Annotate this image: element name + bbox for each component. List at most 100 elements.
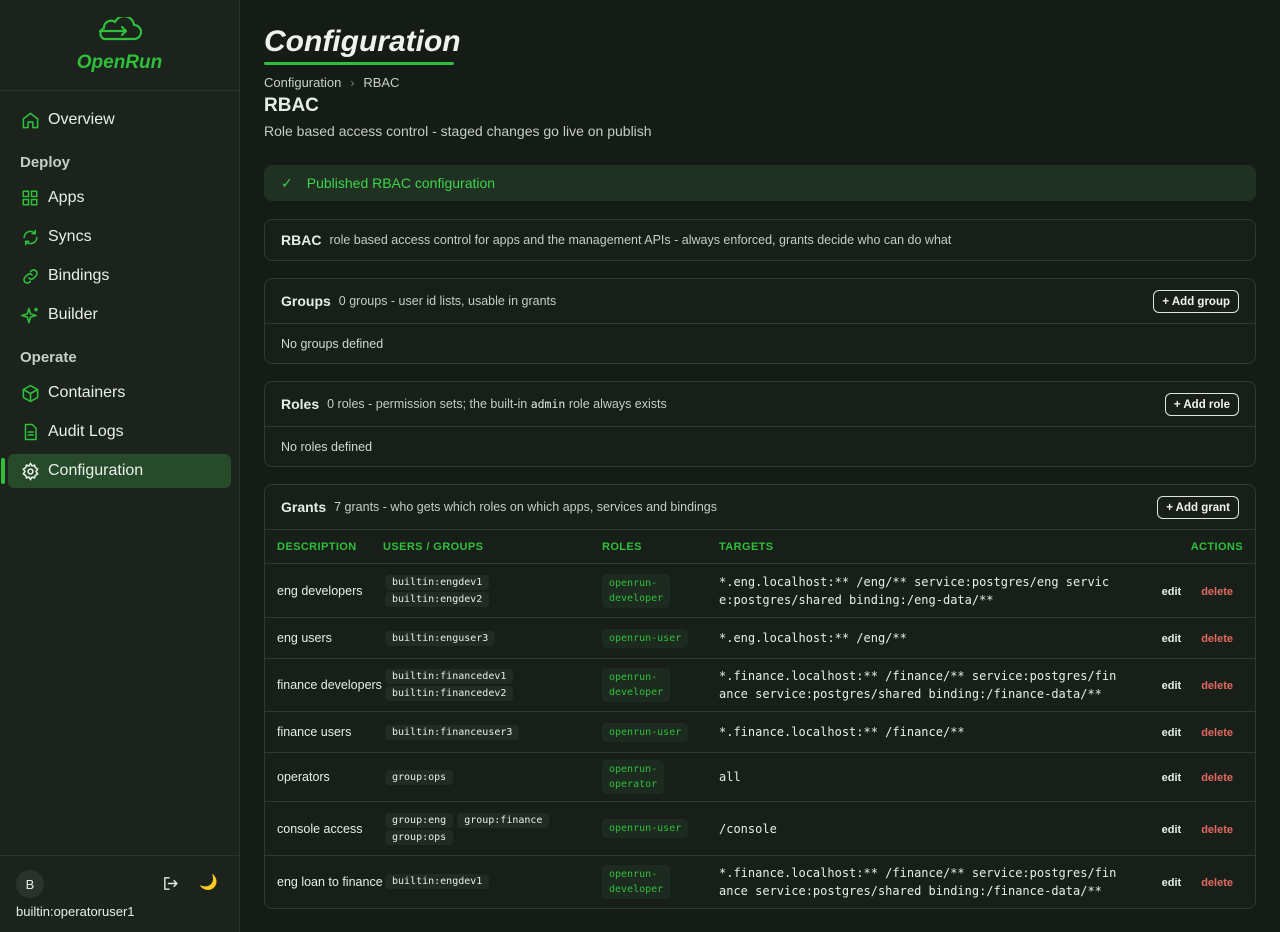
card-desc: 0 roles - permission sets; the built-in … [327,397,667,411]
col-actions: ACTIONS [1190,540,1243,553]
add-role-button[interactable]: + Add role [1164,393,1239,416]
add-grant-button[interactable]: + Add grant [1157,496,1239,519]
grant-users-cell: builtin:engdev1 [383,855,602,908]
add-group-button[interactable]: + Add group [1153,290,1239,313]
card-title: Groups [281,293,331,309]
grant-users-cell: builtin:financeuser3 [383,711,602,753]
gear-icon [20,461,40,481]
grant-description: finance developers [265,658,383,712]
user-tag: builtin:financeuser3 [385,724,520,740]
card-title: Roles [281,396,320,412]
delete-grant-button[interactable]: delete [1201,586,1233,598]
groups-card-header: Groups 0 groups - user id lists, usable … [265,279,1255,323]
link-icon [20,266,40,286]
role-tag: openrun- developer [602,573,671,608]
grant-description: eng developers [265,563,383,618]
avatar[interactable]: B [16,870,44,898]
sidebar-item-syncs[interactable]: Syncs [8,220,231,254]
sparkle-icon [20,305,40,325]
grant-actions: edit delete [1159,617,1255,659]
delete-grant-button[interactable]: delete [1201,727,1233,739]
admin-code: admin [530,397,566,411]
sidebar-item-label: Bindings [48,267,110,284]
grid-icon [20,188,40,208]
grant-actions: edit delete [1159,658,1255,712]
groups-empty: No groups defined [265,323,1255,363]
edit-grant-button[interactable]: edit [1162,772,1182,784]
sidebar-item-label: Overview [48,111,115,128]
col-users-groups: USERS / GROUPS [383,540,484,553]
sidebar-item-audit-logs[interactable]: Audit Logs [8,415,231,449]
user-tag: builtin:enguser3 [385,630,496,646]
sidebar-item-builder[interactable]: Builder [8,298,231,332]
sidebar-item-configuration[interactable]: Configuration [1,454,231,488]
grant-users-cell: builtin:enguser3 [383,617,602,659]
role-tag: openrun-user [602,722,689,742]
user-tag: builtin:financedev2 [385,686,514,701]
breadcrumb-configuration[interactable]: Configuration [264,75,341,90]
check-icon: ✓ [281,174,293,191]
user-tag: group:ops [385,829,454,845]
rbac-card: RBAC role based access control for apps … [264,219,1256,261]
grants-card-header: Grants 7 grants - who gets which roles o… [265,485,1255,529]
page-title: Configuration [264,25,461,58]
role-tag: openrun-user [602,628,689,648]
table-row: eng users builtin:enguser3 openrun-user *.e… [265,617,1255,659]
sidebar-item-containers[interactable]: Containers [8,376,231,410]
card-desc: 7 grants - who gets which roles on which… [334,500,717,514]
logo[interactable]: OpenRun [0,0,239,91]
sidebar-item-bindings[interactable]: Bindings [8,259,231,293]
grant-targets: *.eng.localhost:** /eng/** [719,617,1159,659]
edit-grant-button[interactable]: edit [1162,877,1182,889]
card-desc: 0 groups - user id lists, usable in gran… [338,294,557,308]
document-icon [20,422,40,442]
delete-grant-button[interactable]: delete [1201,824,1233,836]
grant-actions: edit delete [1159,855,1255,908]
sidebar-item-label: Containers [48,384,126,401]
logo-text: OpenRun [76,51,163,73]
delete-grant-button[interactable]: delete [1201,772,1233,784]
grant-description: console access [265,801,383,856]
main-content: Configuration Configuration › RBAC RBAC … [264,0,1256,909]
edit-grant-button[interactable]: edit [1162,680,1182,692]
edit-grant-button[interactable]: edit [1162,824,1182,836]
edit-grant-button[interactable]: edit [1162,586,1182,598]
col-targets: TARGETS [719,540,774,553]
delete-grant-button[interactable]: delete [1201,877,1233,889]
grant-users-cell: group:eng group:financegroup:ops [383,801,602,856]
grants-table: DESCRIPTION USERS / GROUPS ROLES TARGETS… [265,529,1255,908]
breadcrumb: Configuration › RBAC [264,75,1256,90]
grant-actions: edit delete [1159,711,1255,753]
user-tag: group:ops [385,769,454,785]
sidebar-item-apps[interactable]: Apps [8,181,231,215]
sidebar-item-label: Apps [48,189,85,206]
table-row: operators group:ops openrun- operator all ed… [265,752,1255,802]
role-tag: openrun- developer [602,668,671,702]
user-tag: builtin:financedev1 [385,669,514,684]
edit-grant-button[interactable]: edit [1162,633,1182,645]
cloud-logo-icon [90,14,150,52]
groups-card: Groups 0 groups - user id lists, usable … [264,278,1256,364]
grant-role-cell: openrun-user [602,711,719,753]
success-alert: ✓ Published RBAC configuration [264,165,1256,201]
sidebar-footer: B 🌙 builtin:operatoruser1 [0,855,240,932]
box-icon [20,383,40,403]
user-tag: builtin:engdev1 [385,874,490,890]
sidebar-item-label: Configuration [48,462,144,479]
grant-description: eng users [265,617,383,659]
grant-role-cell: openrun- operator [602,752,719,802]
grant-users-cell: builtin:financedev1 builtin:financedev2 [383,658,602,712]
delete-grant-button[interactable]: delete [1201,633,1233,645]
grant-actions: edit delete [1159,752,1255,802]
grant-role-cell: openrun-user [602,617,719,659]
roles-empty: No roles defined [265,426,1255,466]
sidebar-item-overview[interactable]: Overview [8,103,231,137]
user-tag: group:eng [385,812,454,828]
edit-grant-button[interactable]: edit [1162,727,1182,739]
delete-grant-button[interactable]: delete [1201,680,1233,692]
roles-card-header: Roles 0 roles - permission sets; the bui… [265,382,1255,426]
moon-icon[interactable]: 🌙 [199,873,218,891]
sidebar-item-label: Builder [48,306,98,323]
logout-icon[interactable] [162,875,179,897]
grant-users-cell: builtin:engdev1builtin:engdev2 [383,563,602,618]
